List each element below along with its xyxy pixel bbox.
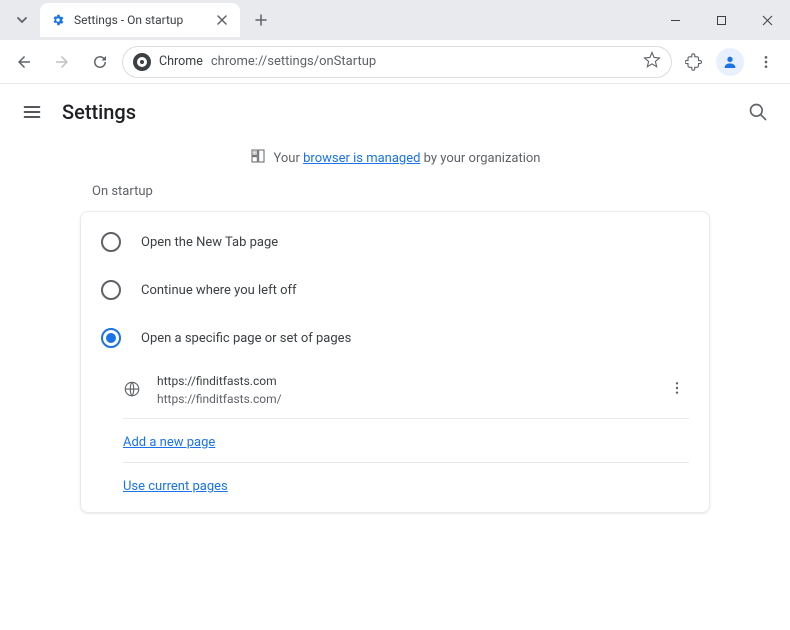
- back-button[interactable]: [8, 46, 40, 78]
- tab-search-button[interactable]: [8, 6, 36, 34]
- managed-banner: Your browser is managed by your organiza…: [0, 140, 790, 184]
- window-titlebar: Settings - On startup: [0, 0, 790, 40]
- radio-new-tab[interactable]: Open the New Tab page: [81, 218, 709, 266]
- close-window-button[interactable]: [744, 0, 790, 40]
- forward-button[interactable]: [46, 46, 78, 78]
- radio-icon-selected: [101, 328, 121, 348]
- gear-icon: [50, 12, 66, 28]
- close-icon[interactable]: [214, 12, 230, 28]
- startup-card: Open the New Tab page Continue where you…: [80, 211, 710, 513]
- omnibox-chip: Chrome: [159, 54, 203, 69]
- radio-label: Open a specific page or set of pages: [141, 331, 351, 346]
- radio-label: Continue where you left off: [141, 283, 297, 298]
- use-current-row: Use current pages: [123, 463, 689, 506]
- page-title: https://finditfasts.com: [157, 372, 655, 390]
- reload-button[interactable]: [84, 46, 116, 78]
- browser-menu-button[interactable]: [750, 46, 782, 78]
- chrome-icon: [133, 53, 151, 71]
- managed-link[interactable]: browser is managed: [303, 151, 420, 166]
- new-tab-button[interactable]: [246, 5, 276, 35]
- bookmark-icon[interactable]: [643, 51, 661, 73]
- extensions-button[interactable]: [678, 46, 710, 78]
- use-current-link[interactable]: Use current pages: [123, 479, 228, 494]
- tab-strip: Settings - On startup: [0, 0, 276, 40]
- managed-text: Your browser is managed by your organiza…: [274, 151, 541, 166]
- radio-icon: [101, 232, 121, 252]
- startup-pages-list: https://finditfasts.com https://finditfa…: [123, 362, 689, 506]
- globe-icon: [123, 380, 143, 400]
- settings-content: On startup Open the New Tab page Continu…: [0, 184, 790, 513]
- browser-toolbar: Chrome chrome://settings/onStartup: [0, 40, 790, 84]
- radio-icon: [101, 280, 121, 300]
- browser-tab[interactable]: Settings - On startup: [40, 3, 240, 37]
- radio-specific-pages[interactable]: Open a specific page or set of pages: [81, 314, 709, 362]
- hamburger-menu-button[interactable]: [18, 98, 46, 126]
- settings-header: Settings: [0, 84, 790, 140]
- tab-title: Settings - On startup: [74, 13, 206, 27]
- omnibox-url: chrome://settings/onStartup: [211, 54, 635, 69]
- address-bar[interactable]: Chrome chrome://settings/onStartup: [122, 46, 672, 78]
- domain-icon: [250, 148, 266, 168]
- page-info: https://finditfasts.com https://finditfa…: [157, 372, 655, 408]
- window-controls: [652, 0, 790, 40]
- page-title: Settings: [62, 100, 136, 124]
- page-more-button[interactable]: [669, 380, 689, 400]
- radio-continue[interactable]: Continue where you left off: [81, 266, 709, 314]
- page-url: https://finditfasts.com/: [157, 390, 655, 408]
- section-label: On startup: [80, 184, 710, 199]
- add-page-link[interactable]: Add a new page: [123, 435, 215, 450]
- radio-label: Open the New Tab page: [141, 235, 278, 250]
- profile-button[interactable]: [716, 48, 744, 76]
- maximize-button[interactable]: [698, 0, 744, 40]
- minimize-button[interactable]: [652, 0, 698, 40]
- search-button[interactable]: [744, 98, 772, 126]
- startup-page-row: https://finditfasts.com https://finditfa…: [123, 362, 689, 419]
- add-page-row: Add a new page: [123, 419, 689, 463]
